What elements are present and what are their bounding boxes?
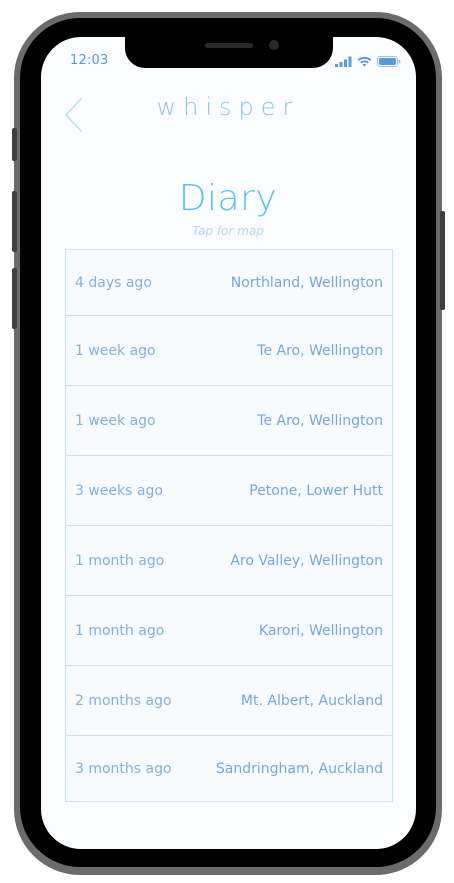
entry-location: Sandringham, Auckland [215,760,383,777]
status-time: 12:03 [70,53,109,68]
speaker-grille [205,43,253,48]
map-link[interactable]: Tap for map [128,224,328,238]
diary-entry[interactable]: 3 months ago Sandringham, Auckland [66,736,392,801]
entry-location: Northland, Wellington [230,274,383,291]
entry-time: 1 month ago [75,552,165,569]
entry-time: 2 months ago [75,692,172,709]
page-title: Diary [178,178,278,219]
battery-icon [377,55,401,67]
entry-location: Aro Valley, Wellington [230,552,383,569]
entry-time: 1 week ago [75,412,156,429]
volume-down-button [12,268,17,329]
diary-entry[interactable]: 1 week ago Te Aro, Wellington [66,316,392,386]
front-camera [269,40,279,50]
app-title: whisper [156,93,300,121]
mute-switch [12,128,17,161]
entry-time: 3 months ago [75,760,172,777]
diary-entry[interactable]: 3 weeks ago Petone, Lower Hutt [66,456,392,526]
diary-entry[interactable]: 4 days ago Northland, Wellington [66,250,392,316]
entry-location: Petone, Lower Hutt [249,482,383,499]
entry-time: 1 week ago [75,342,156,359]
notch [125,37,333,68]
entry-location: Te Aro, Wellington [257,342,383,359]
entry-location: Karori, Wellington [258,622,383,639]
chevron-left-icon [65,98,82,132]
diary-entry[interactable]: 1 month ago Aro Valley, Wellington [66,526,392,596]
status-icons [335,54,401,68]
diary-entry[interactable]: 1 month ago Karori, Wellington [66,596,392,666]
diary-entry[interactable]: 1 week ago Te Aro, Wellington [66,386,392,456]
back-button[interactable] [62,96,86,134]
diary-entry[interactable]: 2 months ago Mt. Albert, Auckland [66,666,392,736]
wifi-icon [357,56,372,67]
entry-time: 3 weeks ago [75,482,163,499]
entry-time: 1 month ago [75,622,165,639]
power-button [440,211,445,310]
phone-mockup: 12:03 whisper Diary Tap for map 4 days a… [0,0,454,883]
signal-icon [335,56,352,67]
entry-time: 4 days ago [75,274,152,291]
diary-list: 4 days ago Northland, Wellington 1 week … [65,249,393,802]
entry-location: Mt. Albert, Auckland [240,692,383,709]
volume-up-button [12,191,17,252]
entry-location: Te Aro, Wellington [257,412,383,429]
